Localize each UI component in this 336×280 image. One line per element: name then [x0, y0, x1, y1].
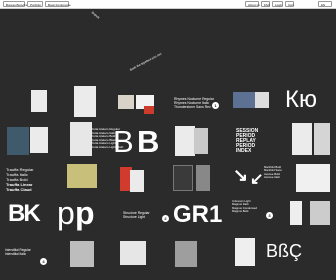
giant-gr-glyph[interactable]: GR — [173, 203, 209, 227]
specimen-thumbnail[interactable] — [67, 164, 97, 188]
specimen-line: Structure Light — [123, 215, 146, 220]
specimen-thumbnail[interactable] — [233, 92, 255, 108]
session-line: INDEX — [236, 148, 252, 154]
specimen-thumbnail[interactable] — [255, 92, 269, 108]
session-text: SESSION PERIOD REPLAY PERIOD INDEX — [236, 129, 258, 154]
specimen-line: Trauffa Claud — [6, 187, 32, 192]
specimen-thumbnail[interactable] — [310, 201, 330, 225]
nav-login-link[interactable]: Login — [272, 1, 283, 7]
manifest-specimen-2: Unknown Light Magnus Dark Magnus Condens… — [232, 199, 257, 213]
nav-book-link[interactable]: Book Fontpresse — [45, 1, 71, 7]
glyph-cell: Ç — [289, 241, 303, 261]
specimen-line: Avenue Italic — [264, 174, 280, 179]
b-glyph-outline[interactable]: B — [113, 126, 134, 157]
specimen-thumbnail[interactable] — [235, 238, 255, 266]
specimen-thumbnail[interactable] — [292, 123, 312, 155]
specimen-thumbnail[interactable] — [175, 126, 195, 156]
specimen-thumbnail[interactable] — [130, 170, 144, 192]
item-number-badge[interactable]: 4 — [40, 258, 47, 265]
specimen-thumbnail[interactable] — [120, 241, 146, 265]
specimen-thumbnail[interactable] — [118, 95, 134, 109]
glyph-row[interactable]: BßÇ — [266, 242, 302, 260]
specimen-thumbnail[interactable] — [196, 165, 210, 191]
p-glyph-bold[interactable]: p — [75, 197, 95, 229]
specimen-photo[interactable] — [7, 127, 29, 155]
specimen-thumbnail[interactable] — [290, 201, 302, 225]
arrow-glyph-tile[interactable]: ↙ — [250, 172, 263, 188]
specimen-thumbnail[interactable] — [194, 128, 208, 154]
nav-language-toggle[interactable]: EN — [318, 1, 332, 7]
structure-specimen: Structure Regular Structure Light — [123, 211, 150, 219]
nav-portfolio-link[interactable]: Portfolio — [27, 1, 43, 7]
specimen-thumbnail[interactable] — [173, 165, 193, 191]
red-book-cover[interactable] — [144, 106, 154, 114]
nav-faq-link[interactable]: FAQ — [261, 1, 270, 7]
session-poster[interactable]: SESSION PERIOD REPLAY PERIOD INDEX — [234, 127, 274, 157]
specimen-thumbnail[interactable] — [70, 122, 92, 156]
specimen-thumbnail[interactable] — [70, 241, 94, 267]
interstitial-specimen: Interstitial Regular Interstitial Italic — [5, 248, 31, 256]
top-navigation-bar: Bureau Borsche Portfolio Book Fontpresse… — [0, 0, 336, 9]
item-number-badge[interactable]: 2 — [162, 215, 169, 222]
item-number-badge[interactable]: 3 — [266, 212, 273, 219]
kyu-glyph[interactable]: Кю — [285, 88, 317, 112]
specimen-line: Interstitial Italic — [5, 252, 27, 257]
manifest-specimen: Manifold Bold Manifold Sans Avenue Bold … — [264, 165, 282, 179]
specimen-thumbnail[interactable] — [74, 86, 96, 117]
specimen-thumbnail[interactable] — [175, 241, 197, 267]
item-number-badge[interactable]: 1 — [212, 102, 219, 109]
b-glyph-bold[interactable]: B — [137, 126, 159, 157]
glyph-cell: B — [266, 241, 279, 261]
giant-one-glyph[interactable]: 1 — [209, 203, 222, 227]
p-glyph-light[interactable]: p — [57, 197, 75, 229]
specimen-thumbnail[interactable] — [314, 123, 330, 155]
bk-glyph[interactable]: BK — [8, 202, 41, 226]
trauffa-specimen: Trauffa Regular Trauffa Italic Trauffa B… — [6, 167, 34, 192]
specimen-thumbnail[interactable] — [31, 90, 47, 112]
specimen-thumbnail[interactable] — [296, 164, 330, 192]
rotated-label-book: Book the typeface you can — [129, 51, 163, 72]
nav-about-link[interactable]: About us — [245, 1, 260, 7]
rotated-label-brands: Brands — [90, 10, 101, 20]
specimen-line: Magnus Bold — [232, 208, 249, 213]
nav-brand-link[interactable]: Bureau Borsche — [3, 1, 28, 7]
arrow-glyph-tile[interactable]: ↘ — [233, 166, 248, 184]
specimen-thumbnail[interactable] — [30, 127, 48, 153]
nav-cart-link[interactable]: Cart — [285, 1, 294, 7]
glyph-cell: ß — [278, 241, 290, 261]
